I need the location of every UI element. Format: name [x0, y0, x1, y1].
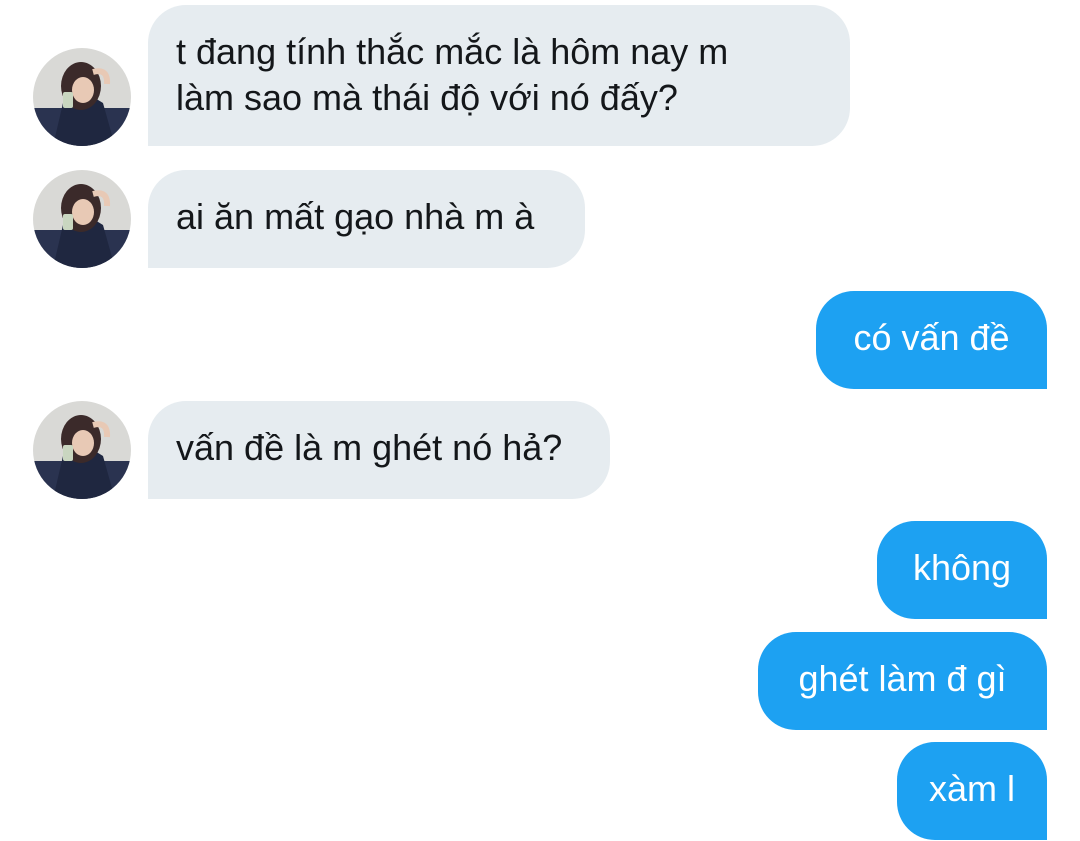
incoming-message-bubble[interactable]: t đang tính thắc mắc là hôm nay m làm sa…: [148, 5, 850, 146]
outgoing-message-bubble[interactable]: xàm l: [897, 742, 1047, 840]
sender-avatar[interactable]: [33, 48, 131, 146]
message-thread: t đang tính thắc mắc là hôm nay m làm sa…: [0, 0, 1080, 841]
avatar-photo-icon: [33, 401, 131, 499]
avatar-photo-icon: [33, 48, 131, 146]
sender-avatar[interactable]: [33, 401, 131, 499]
outgoing-message-bubble[interactable]: có vấn đề: [816, 291, 1047, 389]
outgoing-message-bubble[interactable]: không: [877, 521, 1047, 619]
incoming-message-bubble[interactable]: vấn đề là m ghét nó hả?: [148, 401, 610, 499]
outgoing-message-bubble[interactable]: ghét làm đ gì: [758, 632, 1047, 730]
incoming-message-bubble[interactable]: ai ăn mất gạo nhà m à: [148, 170, 585, 268]
avatar-photo-icon: [33, 170, 131, 268]
sender-avatar[interactable]: [33, 170, 131, 268]
